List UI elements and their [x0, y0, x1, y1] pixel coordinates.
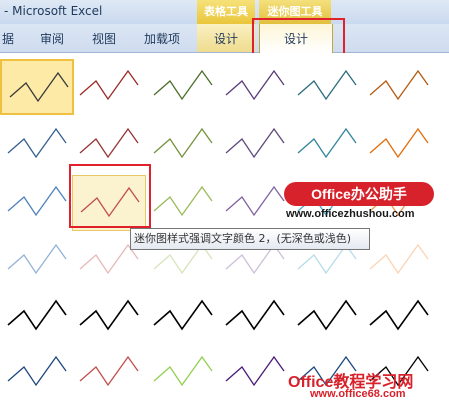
tab-data[interactable]: 据: [2, 30, 14, 47]
sparkline-line: [297, 69, 357, 101]
watermark-url: www.officezhushou.com: [286, 208, 415, 220]
tab-addins[interactable]: 加载项: [144, 30, 180, 47]
sparkline-line: [79, 127, 139, 159]
sparkline-style-30[interactable]: [362, 289, 436, 345]
sparkline-style-31[interactable]: [0, 345, 74, 401]
sparkline-line: [7, 185, 67, 217]
tab-view[interactable]: 视图: [92, 30, 116, 47]
sparkline-style-27[interactable]: [146, 289, 220, 345]
sparkline-line: [297, 127, 357, 159]
sparkline-line: [7, 355, 67, 387]
sparkline-line: [153, 355, 213, 387]
sparkline-style-19[interactable]: [0, 233, 74, 289]
sparkline-line: [225, 299, 285, 331]
sparkline-style-29[interactable]: [290, 289, 364, 345]
sparkline-style-12[interactable]: [362, 117, 436, 173]
sparkline-style-6[interactable]: [362, 59, 436, 115]
watermark-bottom: Office教程学习网 www.office68.com: [288, 368, 448, 406]
sparkline-style-4[interactable]: [218, 59, 292, 115]
sparkline-line: [7, 299, 67, 331]
watermark-bottom-url: www.office68.com: [310, 388, 406, 400]
sparkline-line: [7, 127, 67, 159]
sparkline-style-7[interactable]: [0, 117, 74, 173]
sparkline-style-13[interactable]: [0, 175, 74, 231]
sparkline-line: [225, 185, 285, 217]
style-tooltip: 迷你图样式强调文字颜色 2，(无深色或浅色): [130, 228, 370, 250]
sparkline-style-32[interactable]: [72, 345, 146, 401]
sparkline-line: [79, 69, 139, 101]
sparkline-line: [225, 69, 285, 101]
sparkline-style-5[interactable]: [290, 59, 364, 115]
highlight-box-style: [69, 164, 151, 228]
sparkline-line: [297, 299, 357, 331]
table-tools-group: 表格工具: [197, 0, 255, 24]
sparkline-line: [369, 299, 429, 331]
sparkline-style-10[interactable]: [218, 117, 292, 173]
sparkline-style-24[interactable]: [362, 233, 436, 289]
sparkline-style-15[interactable]: [146, 175, 220, 231]
sparkline-style-11[interactable]: [290, 117, 364, 173]
window-title: - Microsoft Excel: [4, 4, 103, 18]
sparkline-line: [153, 299, 213, 331]
title-bar: - Microsoft Excel 表格工具 迷你图工具: [0, 0, 449, 24]
sparkline-style-3[interactable]: [146, 59, 220, 115]
sparkline-style-25[interactable]: [0, 289, 74, 345]
sparkline-line: [79, 355, 139, 387]
sparkline-style-34[interactable]: [218, 345, 292, 401]
sparkline-line: [153, 127, 213, 159]
sparkline-line: [153, 69, 213, 101]
watermark-badge: Office办公助手: [284, 182, 434, 206]
sparkline-line: [369, 127, 429, 159]
sparkline-line: [225, 127, 285, 159]
sparkline-style-26[interactable]: [72, 289, 146, 345]
sparkline-line: [225, 355, 285, 387]
sparkline-line: [79, 299, 139, 331]
sparkline-line: [7, 243, 67, 275]
sparkline-style-16[interactable]: [218, 175, 292, 231]
sparkline-line: [369, 243, 429, 275]
sparkline-style-2[interactable]: [72, 59, 146, 115]
tab-table-design[interactable]: 设计: [214, 30, 238, 47]
tab-review[interactable]: 审阅: [40, 30, 64, 47]
sparkline-style-28[interactable]: [218, 289, 292, 345]
sparkline-line: [369, 69, 429, 101]
sparkline-line: [153, 185, 213, 217]
sparkline-line: [9, 71, 69, 103]
sparkline-style-33[interactable]: [146, 345, 220, 401]
sparkline-style-1[interactable]: [0, 59, 74, 115]
sparkline-style-9[interactable]: [146, 117, 220, 173]
